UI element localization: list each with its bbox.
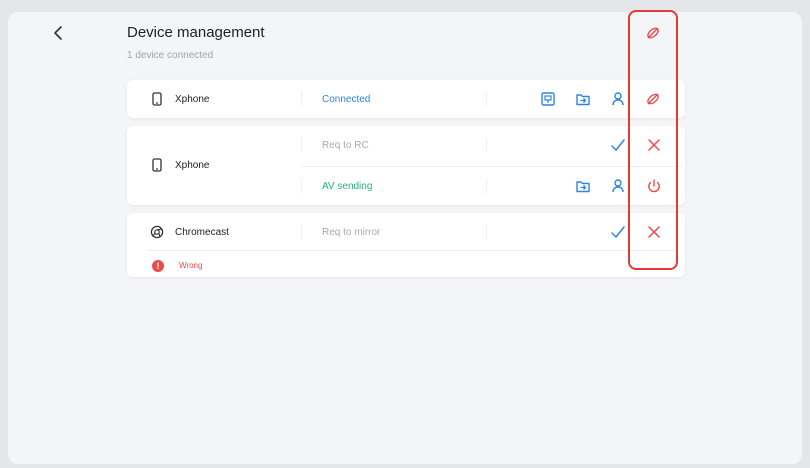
page-subtitle: 1 device connected [127,50,214,61]
disconnect-all-icon[interactable] [645,25,661,41]
reject-x-icon[interactable] [646,137,662,153]
device-name: Chromecast [175,227,229,238]
power-icon[interactable] [646,178,662,194]
divider [486,138,487,152]
status-label: Req to mirror [322,227,381,238]
status-label: Connected [322,94,371,105]
divider [486,179,487,193]
file-transfer-icon[interactable] [575,178,591,194]
divider [301,179,302,193]
divider [486,92,487,106]
user-badge-icon[interactable] [610,178,626,194]
phone-icon [152,158,162,172]
accept-check-icon[interactable] [610,224,626,240]
reject-x-icon[interactable] [646,224,662,240]
screen-share-icon[interactable] [540,91,556,107]
device-name: Xphone [175,160,210,171]
file-transfer-icon[interactable] [575,91,591,107]
error-message: Wrong [179,261,203,270]
phone-icon [152,92,162,106]
row-divider [302,166,682,167]
divider [486,225,487,239]
chromecast-icon [150,225,164,239]
back-button[interactable] [50,24,68,42]
error-icon: ! [152,260,164,272]
user-badge-icon[interactable] [610,91,626,107]
page-title: Device management [127,24,265,41]
divider [301,138,302,152]
row-divider [148,250,678,251]
divider [301,225,302,239]
status-label: Req to RC [322,140,369,151]
divider [301,92,302,106]
device-card-chromecast [127,213,685,277]
accept-check-icon[interactable] [610,137,626,153]
status-label: AV sending [322,181,373,192]
device-card-xphone-connected [127,80,685,118]
device-name: Xphone [175,94,210,105]
disconnect-icon[interactable] [645,91,661,107]
